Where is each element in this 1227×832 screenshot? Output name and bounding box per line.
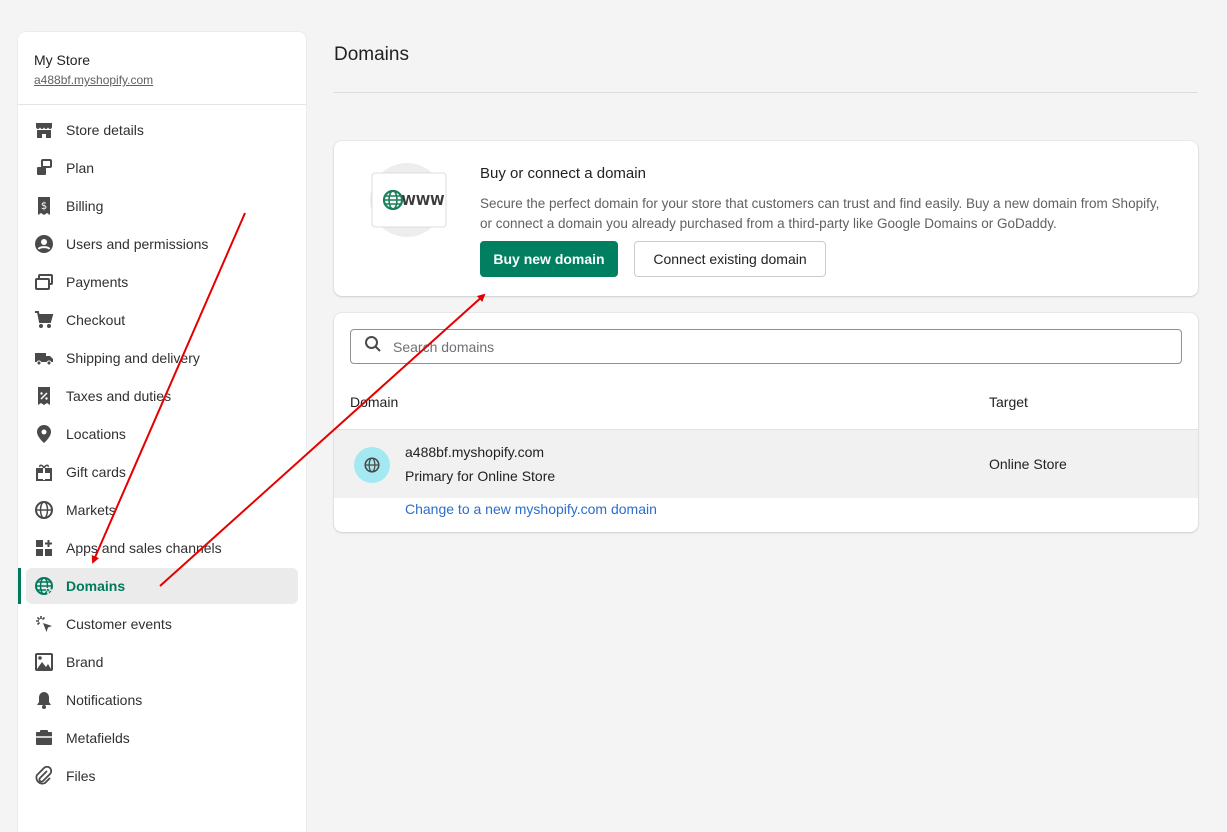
domain-primary-label: Primary for Online Store xyxy=(405,468,556,484)
nav-item-shipping[interactable]: Shipping and delivery xyxy=(26,340,298,376)
nav-item-files[interactable]: Files xyxy=(26,758,298,794)
nav-item-plan[interactable]: Plan xyxy=(26,150,298,186)
nav-item-locations[interactable]: Locations xyxy=(26,416,298,452)
tax-icon xyxy=(34,386,54,406)
column-header-domain: Domain xyxy=(350,394,399,410)
nav-item-label: Payments xyxy=(66,274,129,290)
settings-nav: Store details Plan $ Billing Users and p… xyxy=(18,105,306,794)
store-url-link[interactable]: a488bf.myshopify.com xyxy=(34,73,290,87)
change-myshopify-domain-link[interactable]: Change to a new myshopify.com domain xyxy=(405,501,657,517)
brand-image-icon xyxy=(34,652,54,672)
settings-sidebar: My Store a488bf.myshopify.com Store deta… xyxy=(18,32,306,832)
svg-text:$: $ xyxy=(41,201,47,212)
location-pin-icon xyxy=(34,424,54,444)
nav-item-taxes[interactable]: Taxes and duties xyxy=(26,378,298,414)
domain-target: Online Store xyxy=(989,456,1067,472)
nav-item-metafields[interactable]: Metafields xyxy=(26,720,298,756)
domain-globe-icon xyxy=(354,447,390,483)
connect-existing-domain-button[interactable]: Connect existing domain xyxy=(634,241,826,277)
nav-item-label: Users and permissions xyxy=(66,236,209,252)
store-name: My Store xyxy=(34,52,91,68)
user-icon xyxy=(34,234,54,254)
nav-item-gift-cards[interactable]: Gift cards xyxy=(26,454,298,490)
buy-new-domain-button[interactable]: Buy new domain xyxy=(480,241,618,277)
gift-icon xyxy=(34,462,54,482)
payments-icon xyxy=(34,272,54,292)
www-illustration-text: WWW xyxy=(401,194,444,209)
www-domain-illustration: WWW xyxy=(364,163,450,237)
search-domains-field[interactable] xyxy=(350,329,1182,364)
nav-item-label: Billing xyxy=(66,198,104,214)
truck-icon xyxy=(34,348,54,368)
nav-item-label: Checkout xyxy=(66,312,126,328)
nav-item-label: Store details xyxy=(66,122,144,138)
nav-item-customer-events[interactable]: Customer events xyxy=(26,606,298,642)
metafields-icon xyxy=(34,728,54,748)
nav-item-checkout[interactable]: Checkout xyxy=(26,302,298,338)
bell-icon xyxy=(34,690,54,710)
nav-item-users[interactable]: Users and permissions xyxy=(26,226,298,262)
store-header: My Store a488bf.myshopify.com xyxy=(18,32,306,105)
nav-item-label: Taxes and duties xyxy=(66,388,172,404)
store-icon xyxy=(34,120,54,140)
promo-description: Secure the perfect domain for your store… xyxy=(480,196,1160,231)
nav-item-label: Domains xyxy=(66,578,126,594)
cursor-click-icon xyxy=(34,614,54,634)
nav-item-markets[interactable]: Markets xyxy=(26,492,298,528)
domains-globe-icon xyxy=(34,576,54,596)
column-header-target: Target xyxy=(989,394,1028,410)
cart-icon xyxy=(34,310,54,330)
page-title: Domains xyxy=(334,44,409,65)
nav-item-label: Customer events xyxy=(66,616,172,632)
nav-item-label: Plan xyxy=(66,160,95,176)
apps-icon xyxy=(34,538,54,558)
nav-item-label: Brand xyxy=(66,654,104,670)
paperclip-icon xyxy=(34,766,54,786)
title-divider xyxy=(334,92,1198,93)
nav-item-payments[interactable]: Payments xyxy=(26,264,298,300)
nav-item-label: Gift cards xyxy=(66,464,126,480)
billing-icon: $ xyxy=(34,196,54,216)
nav-item-apps[interactable]: Apps and sales channels xyxy=(26,530,298,566)
nav-item-label: Metafields xyxy=(66,730,130,746)
nav-item-label: Shipping and delivery xyxy=(66,350,200,366)
domains-list-card: Domain Target a488bf.myshopify.com Prima… xyxy=(334,313,1198,532)
plan-icon xyxy=(34,158,54,178)
nav-item-label: Locations xyxy=(66,426,126,442)
domain-name: a488bf.myshopify.com xyxy=(405,444,545,460)
nav-item-label: Notifications xyxy=(66,692,143,708)
search-domains-input[interactable] xyxy=(391,337,1175,356)
nav-item-domains[interactable]: Domains xyxy=(18,568,298,604)
nav-item-label: Apps and sales channels xyxy=(66,540,222,556)
globe-icon xyxy=(34,500,54,520)
buy-connect-domain-card: WWW Buy or connect a domain Secure the p… xyxy=(334,141,1198,296)
nav-item-store-details[interactable]: Store details xyxy=(26,112,298,148)
nav-item-label: Files xyxy=(66,768,96,784)
domain-row[interactable]: a488bf.myshopify.com Primary for Online … xyxy=(334,429,1198,498)
nav-item-label: Markets xyxy=(66,502,116,518)
nav-item-notifications[interactable]: Notifications xyxy=(26,682,298,718)
nav-item-brand[interactable]: Brand xyxy=(26,644,298,680)
search-icon xyxy=(363,334,383,359)
nav-item-billing[interactable]: $ Billing xyxy=(26,188,298,224)
promo-title: Buy or connect a domain xyxy=(480,165,646,182)
